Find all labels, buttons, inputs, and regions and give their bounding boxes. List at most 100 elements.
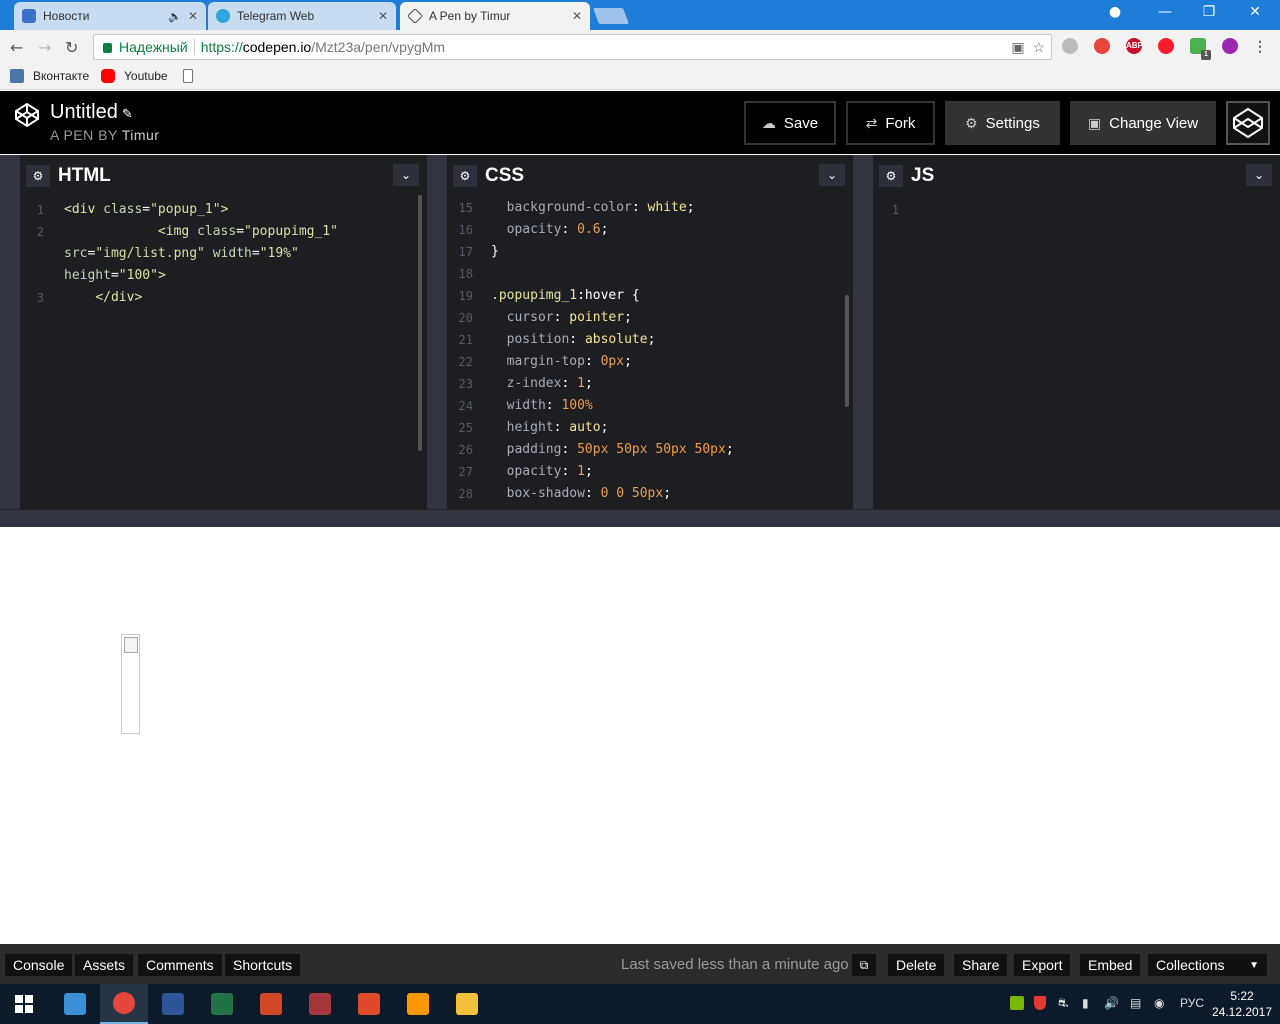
- profile-icon[interactable]: ●: [1100, 4, 1130, 20]
- code-line[interactable]: position: absolute;: [491, 329, 765, 351]
- taskbar-sublime-text[interactable]: [394, 984, 442, 1024]
- settings-button[interactable]: ⚙ Settings: [945, 101, 1060, 145]
- taskbar-folder[interactable]: [443, 984, 491, 1024]
- shortcuts-button[interactable]: Shortcuts: [225, 954, 301, 976]
- pen-title[interactable]: Untitled ✎: [50, 101, 133, 124]
- menu-icon[interactable]: ⋮: [1252, 38, 1268, 54]
- assets-button[interactable]: Assets: [75, 954, 134, 976]
- usb-icon[interactable]: ▮: [1082, 996, 1089, 1010]
- code-line[interactable]: .popupimg_1:hover {: [491, 285, 765, 307]
- collections-dropdown[interactable]: Collections ▼: [1148, 954, 1267, 976]
- chevron-down-icon[interactable]: ⌄: [1246, 164, 1272, 186]
- css-code[interactable]: padding: 100px 100px 100px 100px; backgr…: [491, 195, 765, 505]
- taskbar-powerpoint[interactable]: [247, 984, 295, 1024]
- tab-codepen[interactable]: A Pen by Timur ✕: [400, 2, 590, 30]
- code-line[interactable]: height="100">: [64, 265, 338, 287]
- close-icon[interactable]: ✕: [378, 9, 388, 23]
- code-line[interactable]: background-color: white;: [491, 197, 765, 219]
- security-icon[interactable]: ⛐: [1058, 996, 1068, 1012]
- bookmark-youtube[interactable]: Youtube: [101, 69, 168, 83]
- extension-purple-icon[interactable]: [1222, 38, 1238, 54]
- bookmark-vkontakte[interactable]: Вконтакте: [10, 69, 89, 83]
- code-line[interactable]: opacity: 1;: [491, 461, 765, 483]
- reload-button[interactable]: ↻: [65, 38, 78, 57]
- html-editor[interactable]: ⚙ HTML ⌄ 123 <div class="popup_1"> <img …: [20, 155, 427, 510]
- css-scrollbar[interactable]: [845, 295, 849, 407]
- editor-resizer[interactable]: [427, 155, 447, 510]
- code-line[interactable]: box-shadow: 0 0 50px;: [491, 483, 765, 505]
- gear-icon[interactable]: ⚙: [879, 165, 903, 187]
- extension-gray-icon[interactable]: [1062, 38, 1078, 54]
- extension-red-icon[interactable]: [1094, 38, 1110, 54]
- star-icon[interactable]: ☆: [1032, 39, 1045, 55]
- taskbar-file-explorer[interactable]: [51, 984, 99, 1024]
- code-line[interactable]: padding: 50px 50px 50px 50px;: [491, 439, 765, 461]
- forward-button[interactable]: →: [38, 38, 51, 57]
- console-button[interactable]: Console: [5, 954, 73, 976]
- change-view-button[interactable]: ▣ Change View: [1070, 101, 1216, 145]
- shield-icon[interactable]: [1034, 996, 1046, 1010]
- code-line[interactable]: <div class="popup_1">: [64, 199, 338, 221]
- minimize-button[interactable]: —: [1150, 4, 1180, 20]
- share-button[interactable]: Share: [954, 954, 1008, 976]
- tab-news[interactable]: Новости 🔈 ✕: [14, 2, 206, 30]
- start-button[interactable]: [0, 984, 48, 1024]
- taskbar-excel[interactable]: [198, 984, 246, 1024]
- speaker-icon[interactable]: 🔈: [168, 10, 182, 23]
- language-indicator[interactable]: РУС: [1180, 996, 1204, 1010]
- gear-icon[interactable]: ⚙: [453, 165, 477, 187]
- restore-button[interactable]: ❐: [1194, 4, 1224, 20]
- abp-icon[interactable]: ABP: [1126, 38, 1143, 54]
- close-icon[interactable]: ✕: [188, 9, 198, 23]
- js-editor[interactable]: ⚙ JS ⌄ 1: [873, 155, 1280, 510]
- preview-resize-bar[interactable]: [0, 509, 1280, 527]
- taskbar-access[interactable]: [296, 984, 344, 1024]
- css-editor[interactable]: ⚙ CSS ⌄ 141516171819202122232425262728 p…: [447, 155, 853, 510]
- nvidia-icon[interactable]: [1010, 996, 1024, 1010]
- code-line[interactable]: <img class="popupimg_1": [64, 221, 338, 243]
- translate-icon[interactable]: ▣: [1011, 39, 1024, 55]
- save-button[interactable]: ☁ Save: [744, 101, 836, 145]
- window-close-button[interactable]: ✕: [1240, 4, 1270, 20]
- code-line[interactable]: margin-top: 0px;: [491, 351, 765, 373]
- pencil-icon[interactable]: ✎: [122, 106, 133, 121]
- code-line[interactable]: opacity: 0.6;: [491, 219, 765, 241]
- editor-resizer[interactable]: [853, 155, 873, 510]
- code-line[interactable]: z-index: 1;: [491, 373, 765, 395]
- code-line[interactable]: src="img/list.png" width="19%": [64, 243, 338, 265]
- chevron-down-icon[interactable]: ⌄: [819, 164, 845, 186]
- avatar[interactable]: [1226, 101, 1270, 145]
- code-line[interactable]: [491, 263, 765, 285]
- comments-button[interactable]: Comments: [138, 954, 222, 976]
- volume-icon[interactable]: 🔊: [1104, 996, 1119, 1010]
- address-bar[interactable]: Надежный https://codepen.io/Mzt23a/pen/v…: [93, 34, 1052, 60]
- fork-button[interactable]: ⇄ Fork: [846, 101, 935, 145]
- bookmark-page[interactable]: [183, 69, 202, 83]
- code-line[interactable]: cursor: pointer;: [491, 307, 765, 329]
- tab-telegram[interactable]: Telegram Web ✕: [208, 2, 396, 30]
- taskbar-word[interactable]: [149, 984, 197, 1024]
- code-line[interactable]: width: 100%: [491, 395, 765, 417]
- code-line[interactable]: }: [491, 241, 765, 263]
- html-scrollbar[interactable]: [418, 195, 422, 451]
- clock[interactable]: 5:22 24.12.2017: [1210, 988, 1274, 1020]
- taskbar-chrome[interactable]: [100, 984, 148, 1024]
- opera-icon[interactable]: [1158, 38, 1174, 54]
- taskbar-app-7[interactable]: [345, 984, 393, 1024]
- broken-image[interactable]: [121, 634, 140, 734]
- code-line[interactable]: </div>: [64, 287, 338, 309]
- external-link-icon[interactable]: ⧉: [852, 954, 876, 976]
- html-code[interactable]: <div class="popup_1"> <img class="popupi…: [64, 199, 338, 309]
- network-icon[interactable]: ▤: [1130, 996, 1141, 1010]
- close-icon[interactable]: ✕: [572, 9, 582, 23]
- embed-button[interactable]: Embed: [1080, 954, 1141, 976]
- export-button[interactable]: Export: [1014, 954, 1071, 976]
- back-button[interactable]: ←: [10, 38, 23, 57]
- gear-icon[interactable]: ⚙: [26, 165, 50, 187]
- delete-button[interactable]: Delete: [888, 954, 945, 976]
- steam-icon[interactable]: ◉: [1154, 996, 1164, 1010]
- new-tab-button[interactable]: [593, 8, 629, 24]
- chevron-down-icon[interactable]: ⌄: [393, 164, 419, 186]
- author-name[interactable]: Timur: [122, 127, 160, 143]
- codepen-logo-icon[interactable]: [14, 102, 40, 128]
